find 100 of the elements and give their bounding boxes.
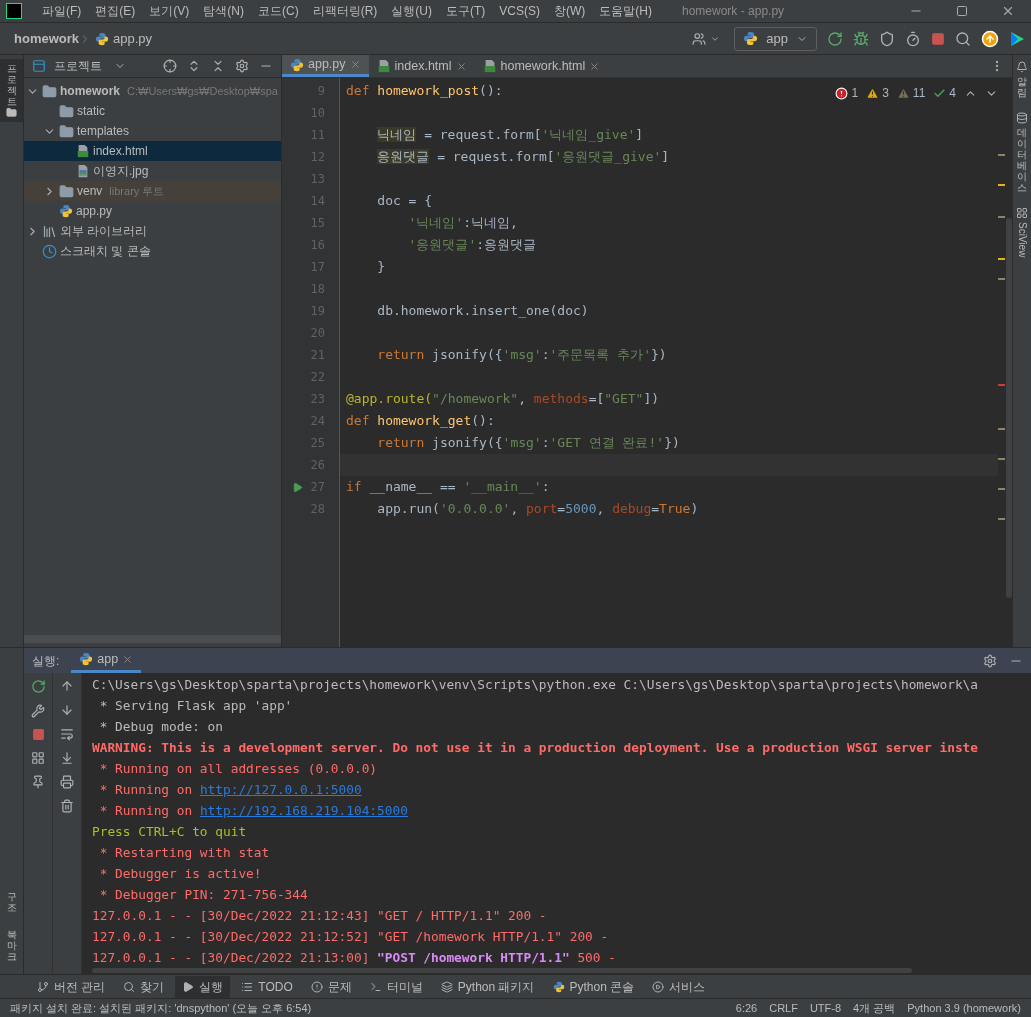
debug-bug-icon[interactable]: [853, 30, 869, 47]
status-item[interactable]: Python 3.9 (homework): [907, 999, 1021, 1017]
menu-item[interactable]: 편집(E): [95, 2, 136, 20]
run-configuration-dropdown[interactable]: app: [734, 26, 817, 51]
horizontal-scrollbar[interactable]: [24, 635, 281, 643]
tree-item[interactable]: static: [24, 101, 281, 121]
code-line: db.homework.insert_one(doc): [376, 302, 589, 321]
scroll-to-end-icon[interactable]: [60, 751, 74, 765]
code-line: return jsonify({'msg':'GET 연결 완료!'}): [376, 434, 680, 453]
profile-icon[interactable]: [905, 30, 921, 47]
tool-window-tab[interactable]: 구조: [0, 887, 23, 917]
menu-item[interactable]: VCS(S): [499, 2, 540, 20]
tree-item-label: 이영지.jpg: [93, 163, 149, 180]
update-icon[interactable]: [981, 29, 999, 48]
tree-item[interactable]: 외부 라이브러리: [24, 221, 281, 241]
project-view-dropdown[interactable]: 프로젝트: [54, 57, 126, 75]
html-file-icon: [76, 144, 90, 158]
tool-window-button[interactable]: 터미널: [362, 975, 430, 998]
vertical-scrollbar[interactable]: [1006, 218, 1012, 598]
editor-tab[interactable]: homework.html: [474, 55, 609, 77]
tool-window-button[interactable]: Python 콘솔: [545, 975, 642, 998]
toolbox-logo-icon[interactable]: [1009, 30, 1025, 47]
pin-icon[interactable]: [31, 775, 45, 789]
tree-item[interactable]: 스크래치 및 콘솔: [24, 241, 281, 261]
status-item[interactable]: UTF-8: [809, 999, 842, 1017]
typo-check-icon: [933, 86, 947, 100]
layout-icon[interactable]: [31, 751, 45, 765]
grid-icon: [1016, 207, 1028, 219]
inspection-count[interactable]: 4: [933, 84, 956, 102]
scratch-clock-icon: [42, 243, 57, 259]
collapse-all-icon[interactable]: [211, 59, 225, 73]
tool-window-button[interactable]: Python 패키지: [433, 975, 542, 998]
menu-item[interactable]: 파일(F): [42, 2, 82, 20]
close-tab-icon[interactable]: [589, 60, 601, 72]
tool-window-tab-label: 프로젝트: [6, 63, 17, 107]
tree-item[interactable]: index.html: [24, 141, 281, 161]
maximize-icon: [956, 5, 968, 17]
python-console-icon: [552, 980, 565, 993]
tool-window-tab[interactable]: SciView: [1014, 207, 1030, 258]
tool-window-button[interactable]: 버전 관리: [30, 975, 113, 998]
print-icon[interactable]: [60, 775, 74, 789]
tool-window-tab[interactable]: 프로젝트: [0, 59, 23, 122]
menu-item[interactable]: 도구(T): [446, 2, 486, 20]
soft-wrap-icon[interactable]: [60, 727, 74, 741]
tree-item[interactable]: homework C:₩Users₩gs₩Desktop₩spa: [24, 81, 281, 101]
locate-crosshair-icon[interactable]: [163, 59, 177, 73]
code-line: def homework_post():: [346, 82, 503, 101]
tool-window-tab-label: SciView: [1015, 222, 1029, 258]
tool-window-button[interactable]: 서비스: [645, 975, 713, 998]
menu-item[interactable]: 창(W): [554, 2, 586, 20]
window-title: homework - app.py: [682, 3, 785, 20]
arrow-up-icon[interactable]: [60, 679, 74, 693]
arrow-down-icon[interactable]: [60, 703, 74, 717]
rerun-icon[interactable]: [30, 679, 46, 694]
breadcrumb[interactable]: homework: [14, 28, 79, 49]
tool-window-tab[interactable]: 데이터베이스: [1016, 112, 1028, 193]
run-gutter-icon[interactable]: [291, 481, 303, 493]
tool-window-button[interactable]: 찾기: [116, 975, 172, 998]
menu-item[interactable]: 코드(C): [258, 2, 299, 20]
tool-window-button[interactable]: TODO: [234, 975, 300, 998]
menu-item[interactable]: 실행(U): [391, 2, 432, 20]
inspection-count[interactable]: 1: [835, 84, 859, 102]
tool-window-button[interactable]: 실행: [175, 975, 231, 998]
tree-item[interactable]: app.py: [24, 201, 281, 221]
tool-window-tab[interactable]: 북마크: [0, 925, 23, 966]
tree-item-label: 스크래치 및 콘솔: [60, 243, 151, 260]
tool-window-tab[interactable]: 알림: [1016, 61, 1028, 98]
menu-item[interactable]: 보기(V): [149, 2, 190, 20]
close-tab-icon[interactable]: [122, 653, 134, 665]
status-item[interactable]: 6:26: [735, 999, 758, 1017]
search-icon[interactable]: [955, 30, 971, 47]
wrench-icon[interactable]: [31, 704, 45, 718]
project-view-icon: [32, 59, 46, 73]
settings-icon[interactable]: [983, 653, 997, 668]
menu-item[interactable]: 도움말(H): [599, 2, 652, 20]
inspection-count[interactable]: 3: [866, 84, 889, 102]
breadcrumb[interactable]: app.py: [113, 28, 153, 49]
tree-item[interactable]: templates: [24, 121, 281, 141]
coverage-icon[interactable]: [879, 30, 895, 47]
editor-tab[interactable]: app.py: [282, 55, 369, 77]
tool-window-tab-label: 데이터베이스: [1017, 127, 1027, 193]
inspection-count[interactable]: 11: [896, 84, 926, 102]
trash-icon[interactable]: [60, 799, 74, 813]
stop-icon[interactable]: [931, 31, 945, 46]
status-item[interactable]: 4개 공백: [853, 999, 896, 1017]
run-panel-label: 실행:: [32, 652, 60, 670]
menu-item[interactable]: 리팩터링(R): [312, 2, 378, 20]
close-tab-icon[interactable]: [349, 59, 361, 70]
editor-tab[interactable]: index.html: [368, 55, 475, 77]
tool-window-button[interactable]: 문제: [303, 975, 359, 998]
code-line: def homework_get():: [346, 412, 495, 431]
python-file-icon: [95, 31, 109, 46]
status-item[interactable]: CRLF: [769, 999, 798, 1017]
tree-item-label: 외부 라이브러리: [60, 223, 148, 240]
close-tab-icon[interactable]: [455, 60, 467, 72]
tree-item[interactable]: 이영지.jpg: [24, 161, 281, 181]
menu-item[interactable]: 탐색(N): [203, 2, 244, 20]
stop-icon[interactable]: [31, 728, 45, 741]
rerun-icon[interactable]: [827, 30, 843, 47]
settings-icon[interactable]: [235, 59, 249, 73]
